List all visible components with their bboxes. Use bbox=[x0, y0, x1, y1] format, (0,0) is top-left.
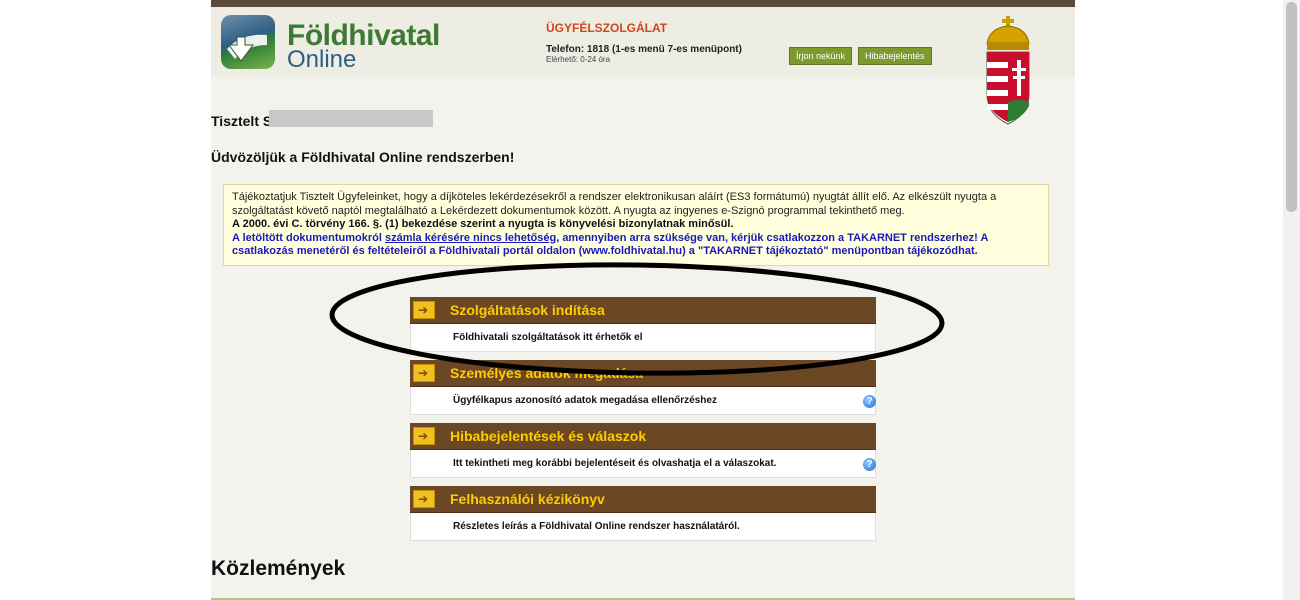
notice-law-text: A 2000. évi C. törvény 166. §. (1) bekez… bbox=[232, 218, 734, 230]
bug-reports-desc-row: Itt tekintheti meg korábbi bejelentéseit… bbox=[410, 450, 876, 478]
bug-reports-header[interactable]: ➔ Hibabejelentések és válaszok bbox=[410, 423, 876, 450]
bug-reports-desc: Itt tekintheti meg korábbi bejelentéseit… bbox=[453, 458, 777, 469]
customer-service-title: ÜGYFÉLSZOLGÁLAT bbox=[546, 21, 668, 35]
user-manual-header[interactable]: ➔ Felhasználói kézikönyv bbox=[410, 486, 876, 513]
notice-receipt-text: Tájékoztatjuk Tisztelt Ügyfeleinket, hog… bbox=[232, 191, 997, 217]
welcome-heading: Üdvözöljük a Földhivatal Online rendszer… bbox=[211, 149, 515, 165]
bug-reports-label[interactable]: Hibabejelentések és válaszok bbox=[450, 428, 646, 444]
redacted-username bbox=[269, 110, 433, 127]
user-manual-desc-row: Részletes leírás a Földhivatal Online re… bbox=[410, 513, 876, 541]
help-icon[interactable]: ? bbox=[863, 395, 876, 408]
write-to-us-button[interactable]: Írjon nekünk bbox=[789, 47, 853, 65]
personal-data-label[interactable]: Személyes adatok megadása bbox=[450, 365, 643, 381]
arrow-icon: ➔ bbox=[413, 364, 435, 382]
scrollbar[interactable] bbox=[1283, 0, 1300, 600]
arrow-icon: ➔ bbox=[413, 490, 435, 508]
menu-item-start-services: ➔ Szolgáltatások indítása Földhivatali s… bbox=[410, 297, 876, 352]
announcements-heading: Közlemények bbox=[211, 557, 346, 580]
help-icon[interactable]: ? bbox=[863, 458, 876, 471]
availability-info: Elérhető: 0-24 óra bbox=[546, 55, 611, 64]
menu-item-personal-data: ➔ Személyes adatok megadása Ügyfélkapus … bbox=[410, 360, 876, 415]
logo-subtitle[interactable]: Online bbox=[287, 46, 356, 74]
hungarian-coat-of-arms-icon bbox=[983, 14, 1037, 128]
receipt-notice-box: Tájékoztatjuk Tisztelt Ügyfeleinket, hog… bbox=[223, 184, 1049, 266]
personal-data-header[interactable]: ➔ Személyes adatok megadása bbox=[410, 360, 876, 387]
top-bar bbox=[211, 0, 1075, 7]
user-manual-desc: Részletes leírás a Földhivatal Online re… bbox=[453, 521, 740, 532]
personal-data-desc: Ügyfélkapus azonosító adatok megadása el… bbox=[453, 395, 717, 406]
arrow-icon: ➔ bbox=[413, 301, 435, 319]
page-container: Földhivatal Online ÜGYFÉLSZOLGÁLAT Telef… bbox=[211, 0, 1075, 600]
start-services-desc: Földhivatali szolgáltatások itt érhetők … bbox=[453, 332, 643, 343]
menu-item-bug-reports: ➔ Hibabejelentések és válaszok Itt tekin… bbox=[410, 423, 876, 478]
scrollbar-thumb[interactable] bbox=[1286, 2, 1297, 212]
user-manual-label[interactable]: Felhasználói kézikönyv bbox=[450, 491, 605, 507]
bug-report-button[interactable]: Hibabejelentés bbox=[858, 47, 932, 65]
menu-item-user-manual: ➔ Felhasználói kézikönyv Részletes leírá… bbox=[410, 486, 876, 541]
foldhivatal-logo-icon[interactable] bbox=[221, 15, 275, 69]
personal-data-desc-row: Ügyfélkapus azonosító adatok megadása el… bbox=[410, 387, 876, 415]
phone-info: Telefon: 1818 (1-es menü 7-es menüpont) bbox=[546, 44, 742, 55]
header: Földhivatal Online ÜGYFÉLSZOLGÁLAT Telef… bbox=[211, 7, 1075, 77]
notice-takarnet-text-a: A letöltött dokumentumokról bbox=[232, 231, 385, 244]
start-services-header[interactable]: ➔ Szolgáltatások indítása bbox=[410, 297, 876, 324]
arrow-icon: ➔ bbox=[413, 427, 435, 445]
greeting-text: Tisztelt S bbox=[211, 113, 273, 129]
start-services-desc-row: Földhivatali szolgáltatások itt érhetők … bbox=[410, 324, 876, 352]
no-invoice-link[interactable]: számla kérésére nincs lehetőség bbox=[385, 232, 556, 244]
start-services-label[interactable]: Szolgáltatások indítása bbox=[450, 302, 605, 318]
